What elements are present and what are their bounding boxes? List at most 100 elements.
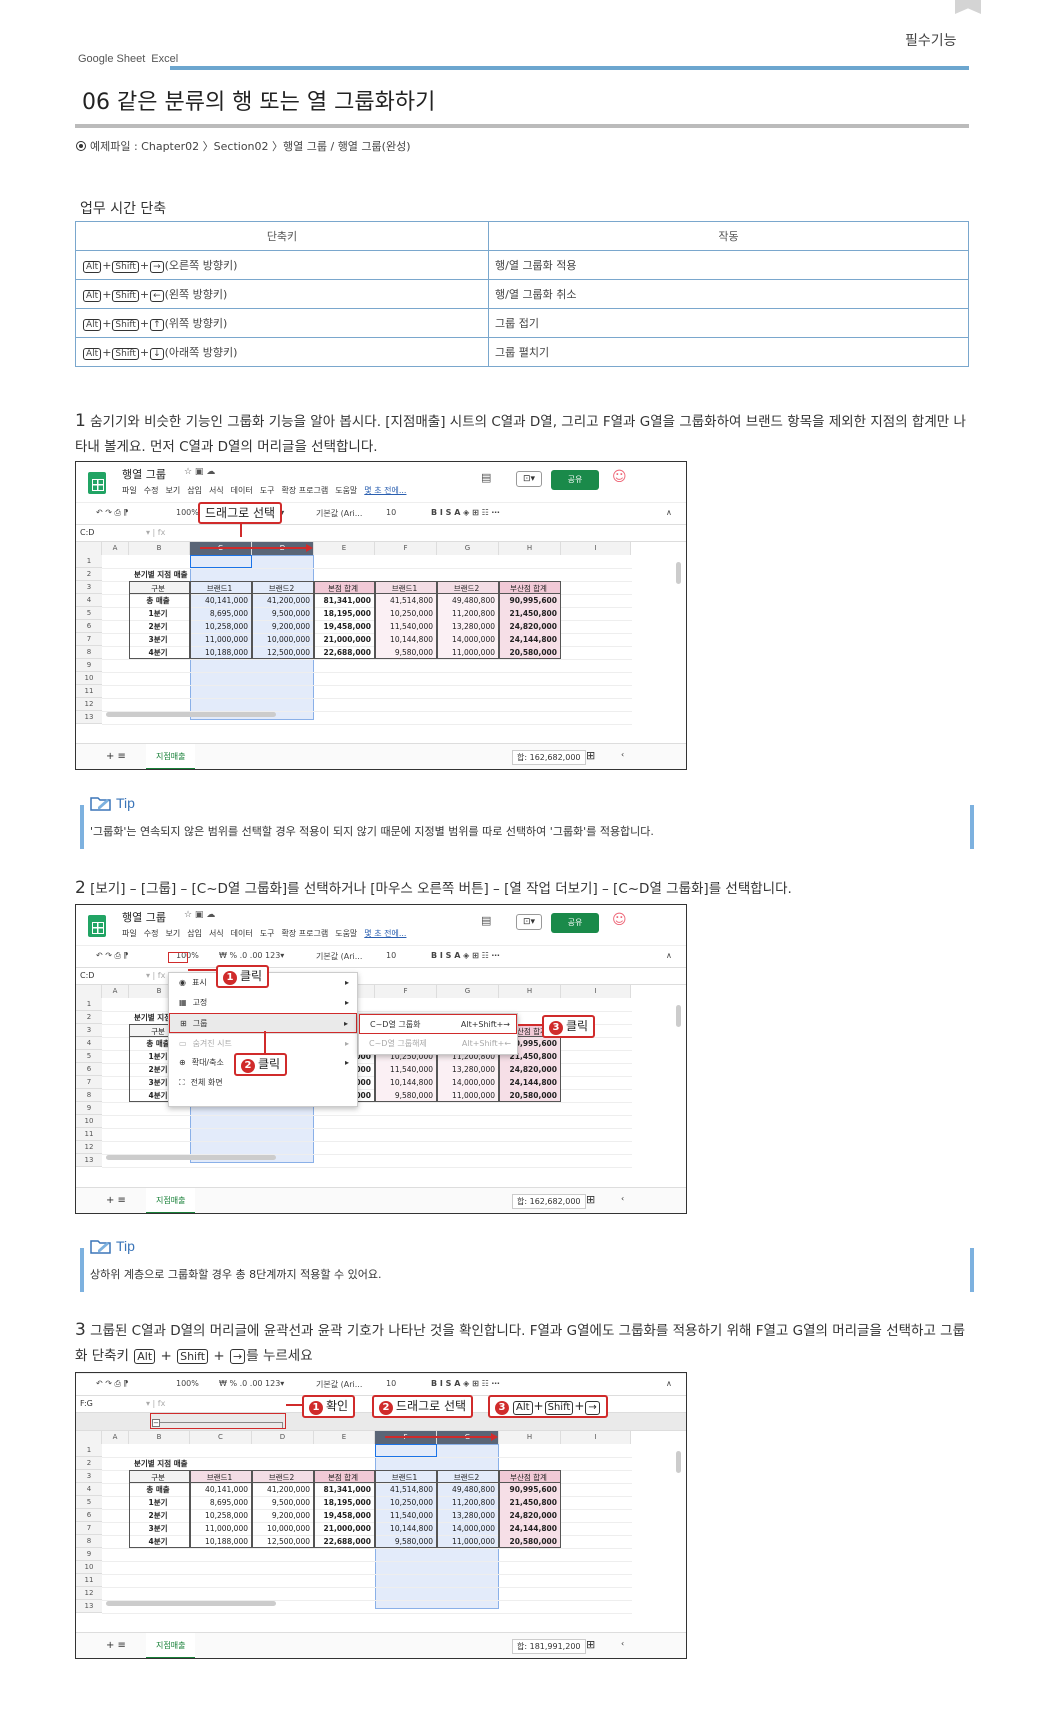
row-number-1[interactable]: 1 bbox=[76, 555, 102, 568]
font-select[interactable]: 기본값 (Ari... bbox=[316, 1379, 362, 1390]
last-edit-link[interactable]: 몇 초 전에... bbox=[364, 929, 406, 938]
group-submenu-item[interactable]: C~D열 그룹화 Alt+Shift+→ bbox=[359, 1014, 517, 1034]
row-number-1[interactable]: 1 bbox=[76, 1444, 102, 1457]
col-header-E[interactable]: E bbox=[314, 1431, 375, 1444]
row-number-4[interactable]: 4 bbox=[76, 594, 102, 607]
collapse-icon[interactable]: ∧ bbox=[666, 508, 672, 517]
corner-cell[interactable] bbox=[76, 1431, 102, 1444]
row-number-6[interactable]: 6 bbox=[76, 620, 102, 633]
menu-7[interactable]: 확장 프로그램 bbox=[282, 929, 329, 938]
horizontal-scrollbar[interactable] bbox=[106, 712, 276, 717]
row-number-9[interactable]: 9 bbox=[76, 659, 102, 672]
row-number-12[interactable]: 12 bbox=[76, 1587, 102, 1600]
menu-7[interactable]: 확장 프로그램 bbox=[282, 486, 329, 495]
format-bold-icon[interactable]: B I S A ◈ ⊞ ☷ ⋯ bbox=[431, 1379, 500, 1388]
row-number-6[interactable]: 6 bbox=[76, 1063, 102, 1076]
row-number-9[interactable]: 9 bbox=[76, 1102, 102, 1115]
row-number-5[interactable]: 5 bbox=[76, 607, 102, 620]
vertical-scrollbar[interactable] bbox=[676, 562, 681, 584]
zoom-select[interactable]: 100% bbox=[176, 1379, 199, 1388]
avatar[interactable]: ☺ bbox=[612, 469, 627, 485]
name-box[interactable]: F:G bbox=[80, 1399, 93, 1408]
col-header-F[interactable]: F bbox=[375, 542, 437, 555]
row-number-13[interactable]: 13 bbox=[76, 1600, 102, 1613]
undo-redo-icon[interactable]: ↶ ↷ ⎙ ⁋ bbox=[96, 1379, 129, 1389]
font-size-select[interactable]: 10 bbox=[386, 508, 396, 517]
col-header-H[interactable]: H bbox=[499, 985, 561, 998]
menu-3[interactable]: 삽입 bbox=[187, 486, 202, 495]
corner-cell[interactable] bbox=[76, 985, 102, 998]
explore-icon[interactable]: ⊞ bbox=[586, 749, 595, 762]
row-number-9[interactable]: 9 bbox=[76, 1548, 102, 1561]
sheet-tab[interactable]: 지점매출 bbox=[146, 1633, 196, 1658]
col-header-A[interactable]: A bbox=[102, 1431, 129, 1444]
col-header-H[interactable]: H bbox=[499, 542, 561, 555]
row-number-6[interactable]: 6 bbox=[76, 1509, 102, 1522]
col-header-A[interactable]: A bbox=[102, 985, 129, 998]
row-number-8[interactable]: 8 bbox=[76, 1089, 102, 1102]
row-number-2[interactable]: 2 bbox=[76, 1011, 102, 1024]
row-number-2[interactable]: 2 bbox=[76, 568, 102, 581]
font-size-select[interactable]: 10 bbox=[386, 951, 396, 960]
row-number-7[interactable]: 7 bbox=[76, 1076, 102, 1089]
row-number-12[interactable]: 12 bbox=[76, 1141, 102, 1154]
row-number-5[interactable]: 5 bbox=[76, 1496, 102, 1509]
col-header-I[interactable]: I bbox=[561, 1431, 631, 1444]
sum-select[interactable]: 합: 162,682,000 bbox=[512, 750, 586, 765]
row-number-3[interactable]: 3 bbox=[76, 1470, 102, 1483]
row-number-11[interactable]: 11 bbox=[76, 1574, 102, 1587]
side-panel-icon[interactable]: ‹ bbox=[621, 1194, 624, 1203]
sheet-tab[interactable]: 지점매출 bbox=[146, 1188, 196, 1213]
row-number-8[interactable]: 8 bbox=[76, 646, 102, 659]
format-icons[interactable]: ₩ % .0 .00 123▾ bbox=[219, 951, 284, 960]
avatar[interactable]: ☺ bbox=[612, 912, 627, 928]
menu-4[interactable]: 서식 bbox=[209, 929, 224, 938]
present-icon[interactable]: ⊡▾ bbox=[516, 471, 542, 487]
last-edit-link[interactable]: 몇 초 전에... bbox=[364, 486, 406, 495]
font-size-select[interactable]: 10 bbox=[386, 1379, 396, 1388]
view-menu-item[interactable]: ▦ 고정 ▸ bbox=[169, 993, 357, 1013]
format-icons[interactable]: ₩ % .0 .00 123▾ bbox=[219, 1379, 284, 1388]
col-header-I[interactable]: I bbox=[561, 542, 631, 555]
col-header-B[interactable]: B bbox=[129, 1431, 190, 1444]
menu-1[interactable]: 수정 bbox=[144, 929, 159, 938]
row-number-11[interactable]: 11 bbox=[76, 1128, 102, 1141]
collapse-icon[interactable]: ∧ bbox=[666, 951, 672, 960]
menu-8[interactable]: 도움말 bbox=[335, 929, 357, 938]
row-number-13[interactable]: 13 bbox=[76, 711, 102, 724]
view-menu-item[interactable]: ⛶ 전체 화면 bbox=[169, 1073, 357, 1093]
star-icon[interactable]: ☆ ▣ ☁ bbox=[184, 910, 215, 920]
font-select[interactable]: 기본값 (Ari... bbox=[316, 508, 362, 519]
present-icon[interactable]: ⊡▾ bbox=[516, 914, 542, 930]
col-header-A[interactable]: A bbox=[102, 542, 129, 555]
col-header-C[interactable]: C bbox=[190, 1431, 252, 1444]
undo-redo-icon[interactable]: ↶ ↷ ⎙ ⁋ bbox=[96, 951, 129, 961]
explore-icon[interactable]: ⊞ bbox=[586, 1638, 595, 1651]
format-bold-icon[interactable]: B I S A ◈ ⊞ ☷ ⋯ bbox=[431, 508, 500, 517]
col-header-F[interactable]: F bbox=[375, 985, 437, 998]
name-box[interactable]: C:D bbox=[80, 528, 94, 537]
collapse-icon[interactable]: ∧ bbox=[666, 1379, 672, 1388]
undo-redo-icon[interactable]: ↶ ↷ ⎙ ⁋ bbox=[96, 508, 129, 518]
row-number-10[interactable]: 10 bbox=[76, 672, 102, 685]
row-number-11[interactable]: 11 bbox=[76, 685, 102, 698]
col-header-G[interactable]: G bbox=[437, 542, 499, 555]
group-submenu-item[interactable]: C~D열 그룹해제 Alt+Shift+← bbox=[359, 1034, 517, 1054]
col-header-G[interactable]: G bbox=[437, 985, 499, 998]
row-number-5[interactable]: 5 bbox=[76, 1050, 102, 1063]
sum-select[interactable]: 합: 162,682,000 bbox=[512, 1194, 586, 1209]
comment-icon[interactable]: ▤ bbox=[481, 471, 491, 484]
sheet-tab[interactable]: 지점매출 bbox=[146, 744, 196, 769]
font-select[interactable]: 기본값 (Ari... bbox=[316, 951, 362, 962]
row-number-3[interactable]: 3 bbox=[76, 1024, 102, 1037]
vertical-scrollbar[interactable] bbox=[676, 1005, 681, 1027]
corner-cell[interactable] bbox=[76, 542, 102, 555]
share-button[interactable]: 공유 bbox=[551, 470, 599, 490]
menu-0[interactable]: 파일 bbox=[122, 929, 137, 938]
row-number-12[interactable]: 12 bbox=[76, 698, 102, 711]
col-header-I[interactable]: I bbox=[561, 985, 631, 998]
name-box[interactable]: C:D bbox=[80, 971, 94, 980]
format-bold-icon[interactable]: B I S A ◈ ⊞ ☷ ⋯ bbox=[431, 951, 500, 960]
menu-8[interactable]: 도움말 bbox=[335, 486, 357, 495]
comment-icon[interactable]: ▤ bbox=[481, 914, 491, 927]
